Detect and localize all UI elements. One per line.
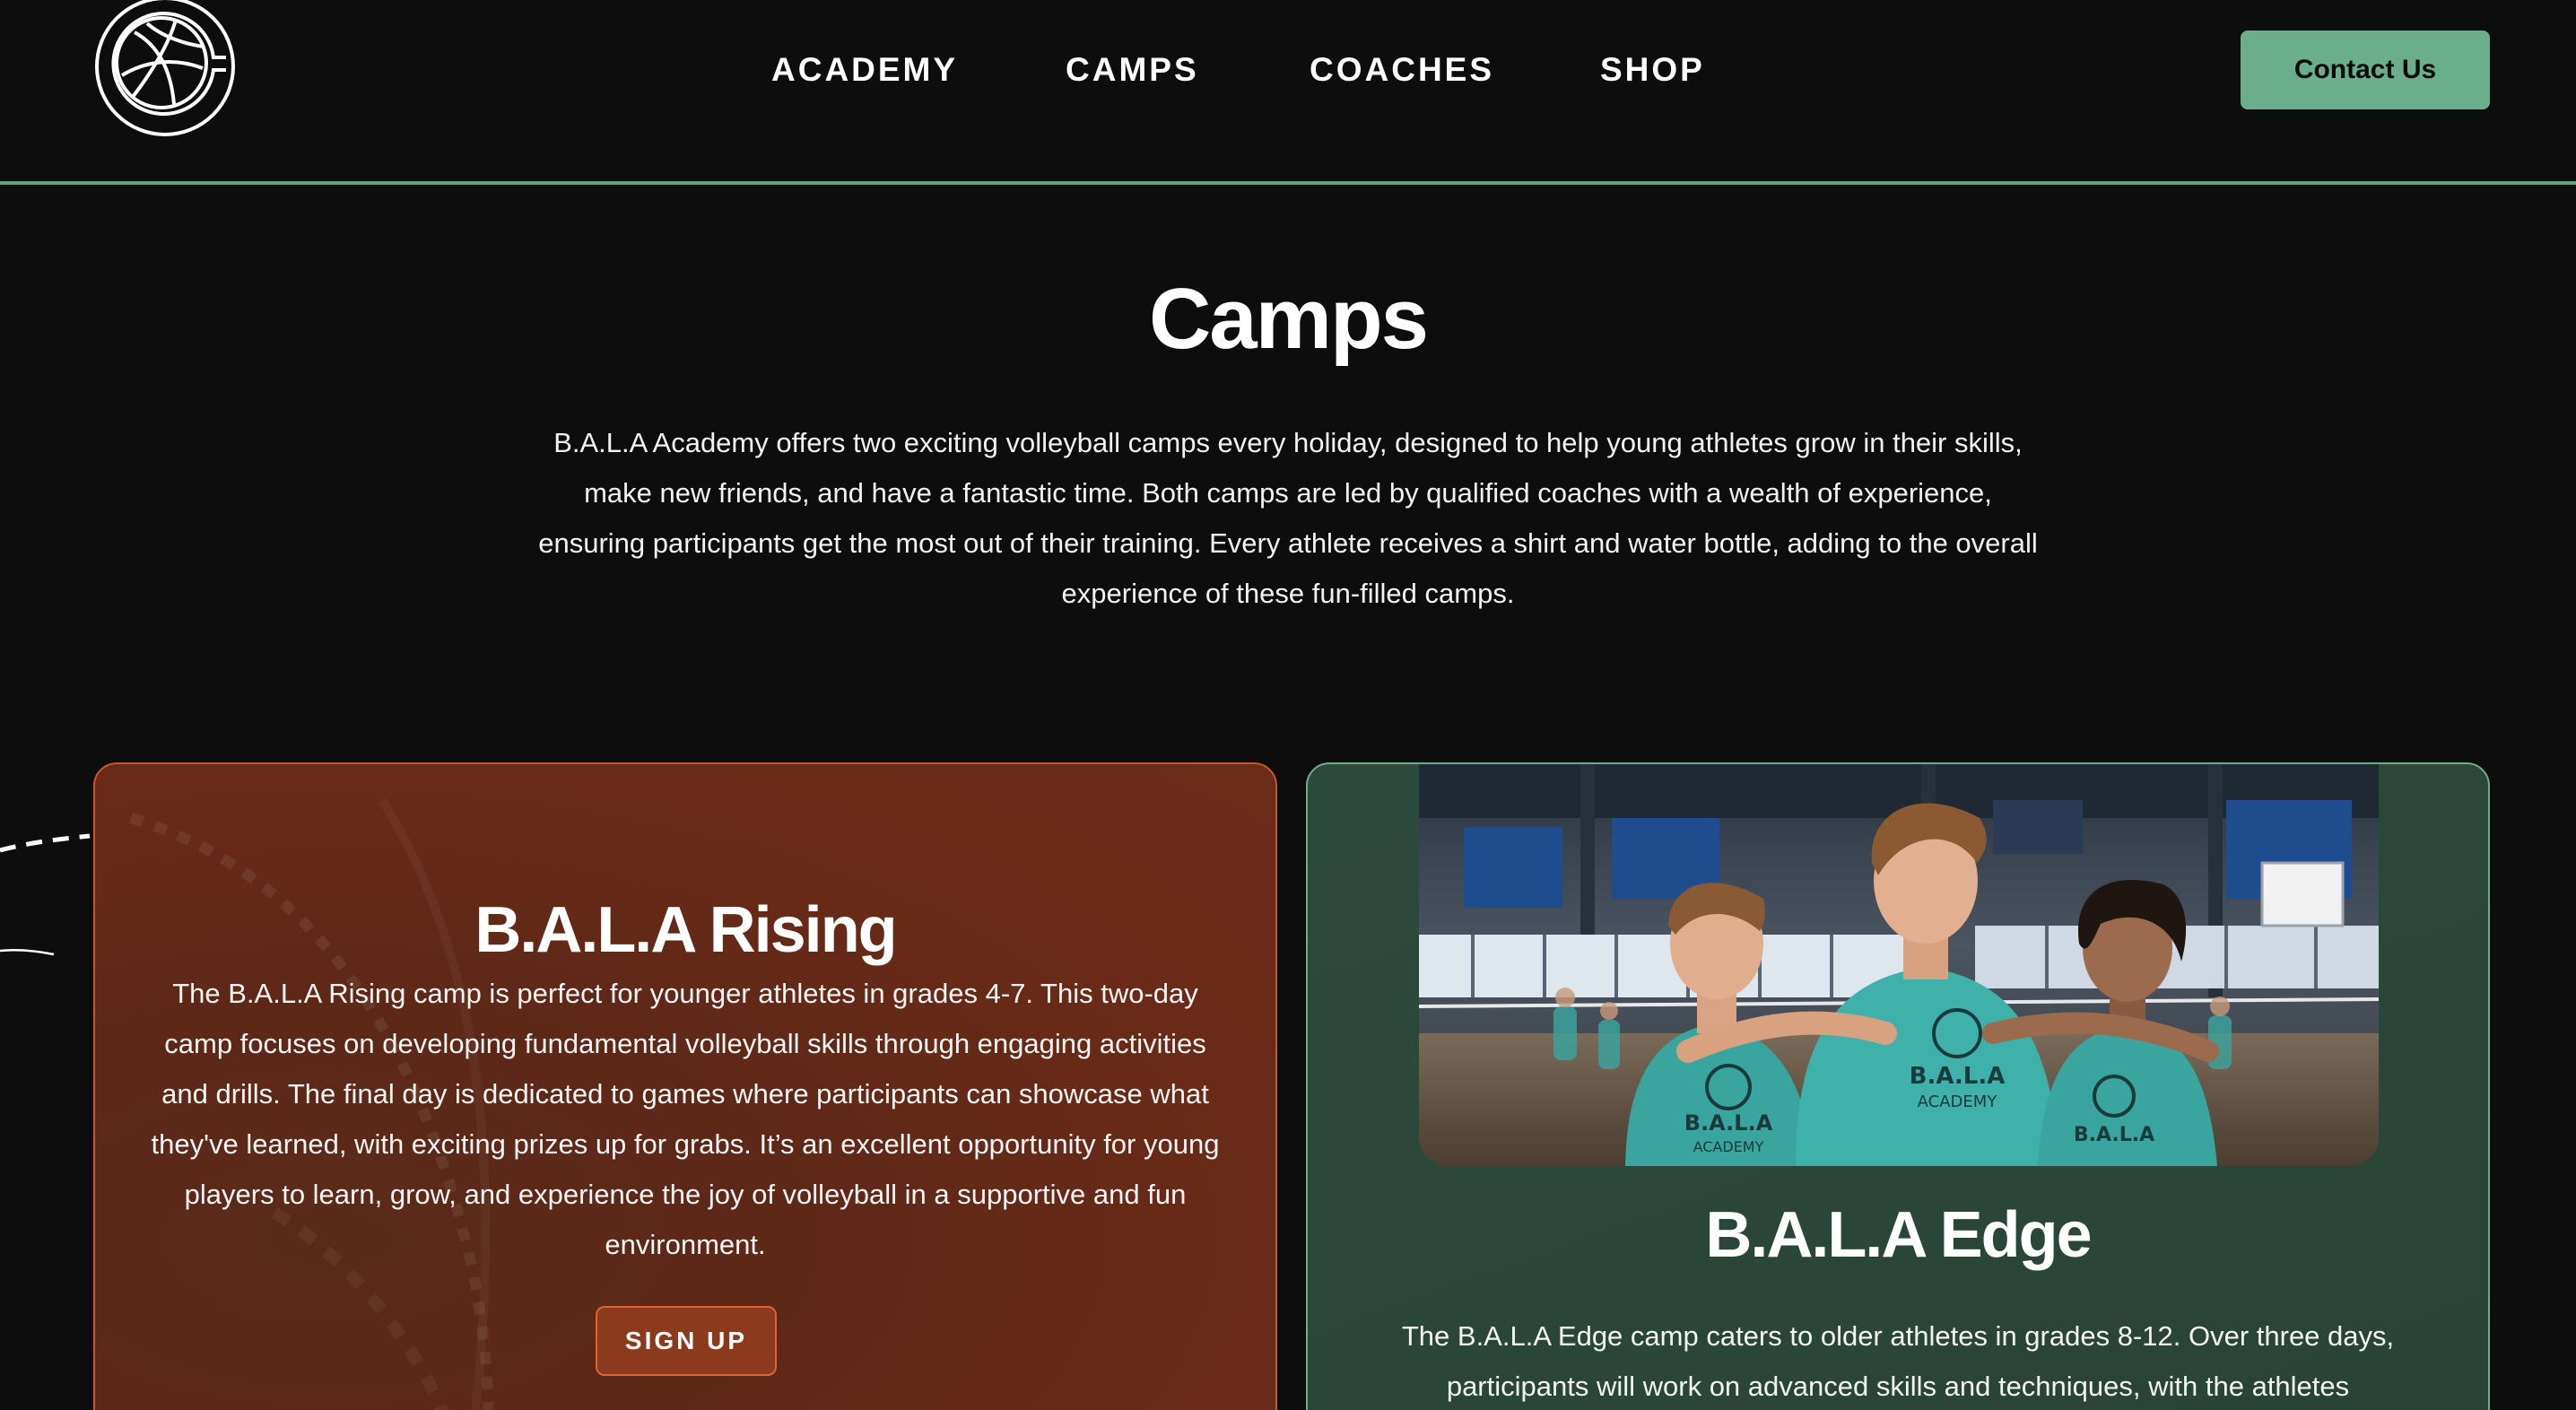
decorative-curve-graphic [0, 833, 91, 956]
sign-up-button[interactable]: SIGN UP [596, 1306, 777, 1376]
site-header: ACADEMY CAMPS COACHES SHOP Contact Us [0, 0, 2576, 185]
shirt-print-center-sub: ACADEMY [1918, 1092, 1998, 1111]
intro-paragraph: B.A.L.A Academy offers two exciting voll… [538, 427, 2038, 609]
nav-item-coaches[interactable]: COACHES [1310, 50, 1494, 90]
camp-title-edge: B.A.L.A Edge [1705, 1199, 2092, 1271]
shirt-print-right: B.A.L.A [2074, 1124, 2154, 1146]
page-root: ACADEMY CAMPS COACHES SHOP Contact Us Ca… [0, 0, 2576, 1410]
main-nav: ACADEMY CAMPS COACHES SHOP [0, 50, 2576, 90]
nav-item-camps[interactable]: CAMPS [1066, 50, 1199, 90]
shirt-print-center: B.A.L.A [1910, 1063, 2006, 1090]
camp-description-rising: The B.A.L.A Rising camp is perfect for y… [151, 978, 1220, 1260]
nav-item-shop[interactable]: SHOP [1600, 50, 1705, 90]
camp-description-edge: The B.A.L.A Edge camp caters to older at… [1401, 1320, 2395, 1402]
camp-title-rising: B.A.L.A Rising [474, 894, 897, 966]
contact-us-button[interactable]: Contact Us [2241, 30, 2490, 109]
camp-card-rising: B.A.L.A Rising The B.A.L.A Rising camp i… [93, 762, 1277, 1410]
camp-photo-players: B.A.L.A ACADEMY B.A.L.A ACADEMY B.A.L.A [1419, 764, 2379, 1166]
camp-card-edge: B.A.L.A ACADEMY B.A.L.A ACADEMY B.A.L.A [1306, 762, 2490, 1410]
nav-item-academy[interactable]: ACADEMY [771, 50, 958, 90]
shirt-print-left: B.A.L.A [1684, 1110, 1773, 1136]
players-photo-illustration: B.A.L.A ACADEMY B.A.L.A ACADEMY B.A.L.A [1419, 764, 2379, 1166]
shirt-print-left-sub: ACADEMY [1693, 1138, 1764, 1155]
page-title: Camps [1148, 271, 1429, 367]
